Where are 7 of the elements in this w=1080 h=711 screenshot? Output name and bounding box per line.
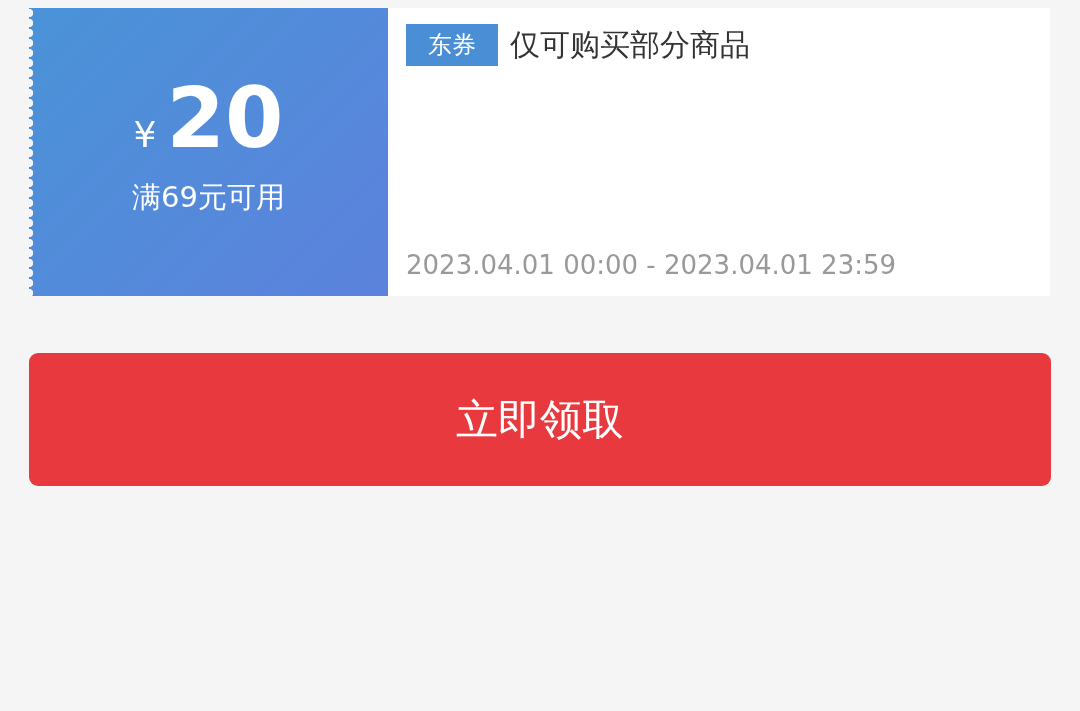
claim-button[interactable]: 立即领取 <box>29 353 1051 486</box>
validity-period: 2023.04.01 00:00 - 2023.04.01 23:59 <box>406 250 898 280</box>
currency-symbol: ¥ <box>133 114 157 155</box>
coupon-amount: 20 <box>166 76 284 160</box>
coupon-title: 仅可购买部分商品 <box>510 25 750 64</box>
coupon-condition: 满69元可用 <box>132 179 285 216</box>
coupon-tag: 东券 <box>406 24 498 66</box>
